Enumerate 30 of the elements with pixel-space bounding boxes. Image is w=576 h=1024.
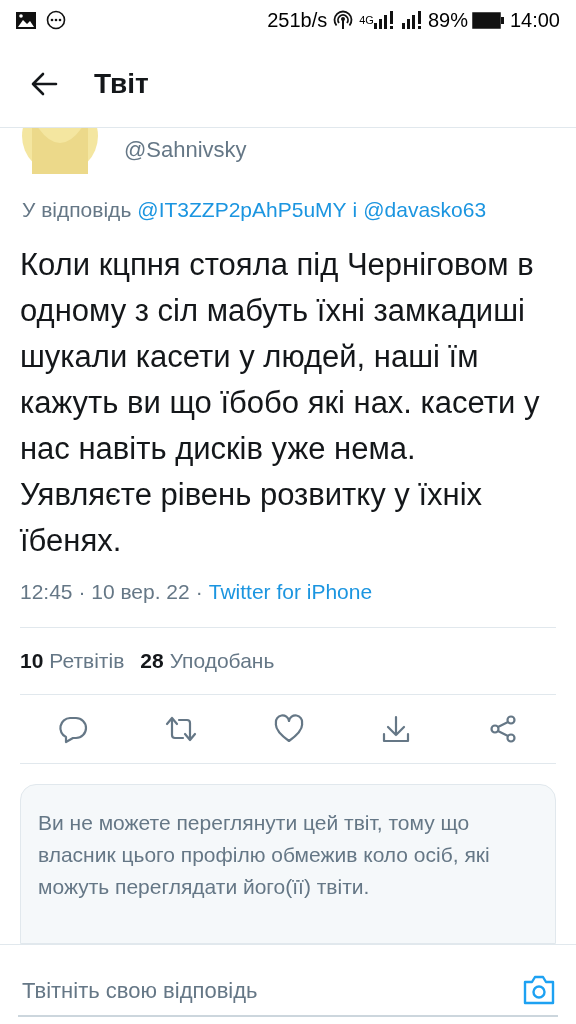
reply-field[interactable]: Твітніть свою відповідь [18, 965, 558, 1017]
back-icon [30, 71, 58, 96]
mention-link[interactable]: @IT3ZZP2pAhP5uMY [137, 194, 347, 226]
user-handle: @Sahnivsky [124, 136, 247, 164]
source-link[interactable]: Twitter for iPhone [208, 575, 373, 607]
comment-icon [58, 714, 89, 745]
network-type: 4G [359, 12, 374, 28]
notice-text: Ви не можете переглянути цей твіт, тому що власник цього профілю обмежив коло осіб, які можуть переглядати його(її) твіти. [38, 810, 491, 900]
likes-link[interactable]: 28 Уподобань [140, 645, 275, 677]
page-title: Твіт [94, 66, 149, 101]
battery-percent: 89% [427, 8, 468, 33]
signal-icon [401, 11, 424, 29]
reply-label: У відповідь [22, 197, 132, 223]
share-icon [487, 714, 518, 745]
tweet-text: Коли кцпня стояла під Черніговом в одному з сіл мабуть їхні замкадиші шукали касети у людей, наші їм кажуть ви що їбобо які нах. касети у нас навіть дисків уже нема. Уявляєте рівень розвитку у їхніх їбенях. [19, 245, 541, 560]
retweets-link[interactable]: 10 Ретвітів [20, 645, 125, 677]
tweet-timestamp: 12:45 · 10 вер. 22 [20, 578, 190, 605]
network-speed: 251b/s [267, 8, 328, 33]
image-icon [16, 11, 36, 29]
battery-icon [471, 11, 504, 29]
download-icon [380, 714, 411, 745]
clock: 14:00 [509, 8, 560, 33]
separator: · [195, 578, 203, 605]
more-icon [46, 10, 66, 30]
heart-icon [274, 714, 304, 745]
signal-icon [373, 11, 396, 29]
mention-link[interactable]: @davasko63 [363, 194, 487, 226]
hotspot-icon [333, 10, 354, 30]
camera-icon[interactable] [522, 974, 556, 1006]
conjunction: і [352, 197, 358, 223]
